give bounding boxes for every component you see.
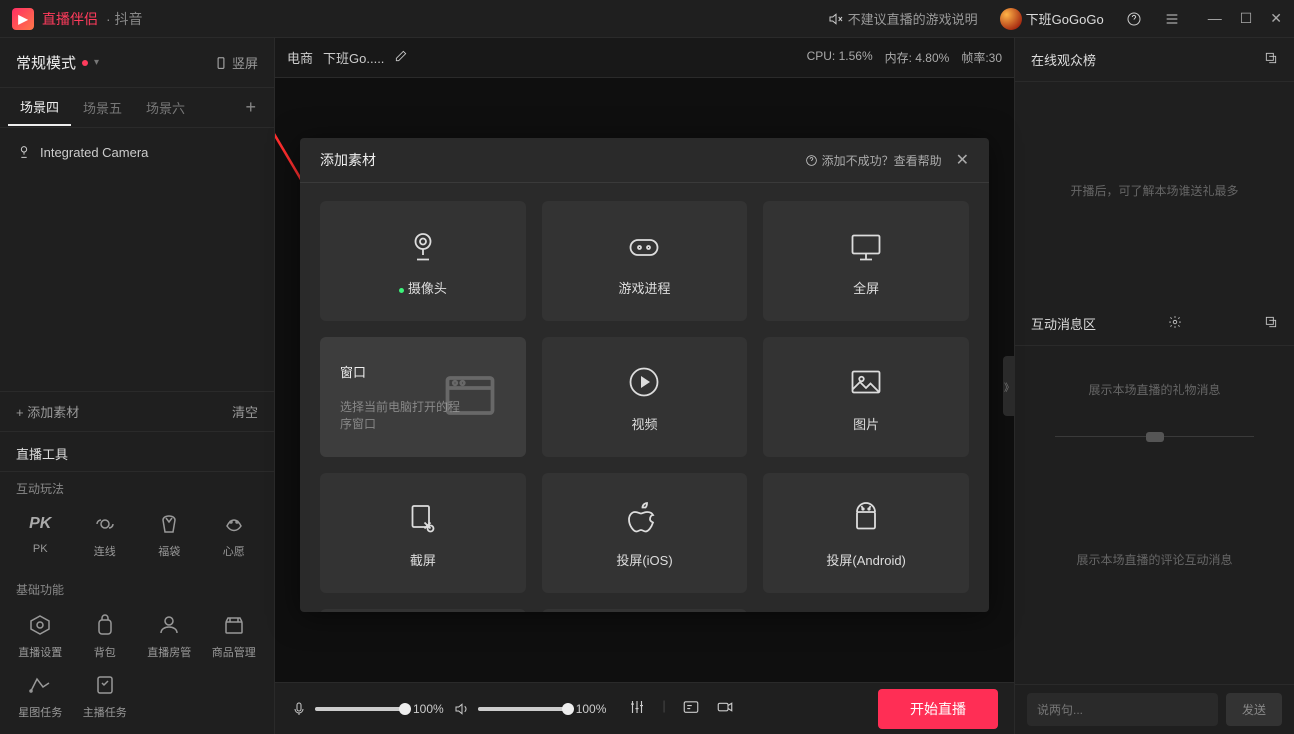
source-card-cut[interactable]: 截屏 (320, 473, 526, 593)
mixer-icon[interactable] (628, 698, 646, 719)
chat-msg-placeholder: 展示本场直播的评论互动消息 (1015, 437, 1294, 684)
stream-category[interactable]: 电商 (287, 48, 313, 67)
titlebar: ▶ 直播伴侣 · 抖音 不建议直播的游戏说明 下班GoGoGo — ☐ ✕ (0, 0, 1294, 38)
tool-host-task[interactable]: 主播任务 (75, 668, 136, 724)
tool-pk[interactable]: PKPK (10, 507, 71, 563)
source-card-android[interactable]: 投屏(Android) (763, 473, 969, 593)
tool-settings[interactable]: 直播设置 (10, 608, 71, 664)
source-card-capture[interactable]: 采集 (320, 609, 526, 612)
popout-icon[interactable] (1264, 51, 1278, 68)
source-item[interactable]: Integrated Camera (16, 138, 258, 166)
send-button[interactable]: 发送 (1226, 693, 1282, 726)
fps-stat: 帧率:30 (961, 49, 1002, 66)
source-card-image[interactable]: 图片 (763, 337, 969, 457)
speaker-mute-icon (828, 11, 844, 27)
mic-volume[interactable]: 100% (291, 701, 444, 717)
center-panel: 电商 下班Go..... CPU: 1.56% 内存: 4.80% 帧率:30 … (275, 38, 1014, 734)
orientation-toggle[interactable]: 竖屏 (214, 53, 258, 72)
barrage-icon[interactable] (682, 698, 700, 719)
add-scene-button[interactable]: + (235, 97, 266, 118)
mic-icon (291, 701, 307, 717)
scene-tab-6[interactable]: 场景六 (134, 90, 197, 125)
tool-wish[interactable]: 心愿 (204, 507, 265, 563)
cpu-stat: CPU: 1.56% (807, 49, 873, 66)
close-button[interactable]: ✕ (1270, 10, 1282, 27)
right-collapse-handle[interactable]: 》 (1003, 356, 1015, 416)
user-area[interactable]: 下班GoGoGo (1000, 8, 1104, 30)
basic-group-label: 基础功能 (0, 573, 274, 602)
scene-tab-4[interactable]: 场景四 (8, 89, 71, 126)
left-sidebar: 常规模式 ▾ 竖屏 场景四 场景五 场景六 + Integrated Camer… (0, 38, 275, 734)
preview-area[interactable]: 添加素材 添加不成功？查看帮助 ✕ 摄像头游戏进程全屏窗口选择当前电脑打开的程序… (275, 78, 1014, 682)
maximize-button[interactable]: ☐ (1240, 10, 1253, 27)
mode-selector[interactable]: 常规模式 ▾ (16, 52, 99, 73)
right-sidebar: 在线观众榜 开播后，可了解本场谁送礼最多 互动消息区 展示本场直播的礼物消息 展… (1014, 38, 1294, 734)
mem-stat: 内存: 4.80% (885, 49, 950, 66)
clear-sources-button[interactable]: 清空 (232, 402, 258, 421)
preview-header: 电商 下班Go..... CPU: 1.56% 内存: 4.80% 帧率:30 (275, 38, 1014, 78)
tool-backpack[interactable]: 背包 (75, 608, 136, 664)
source-card-play[interactable]: 视频 (542, 337, 748, 457)
tool-products[interactable]: 商品管理 (204, 608, 265, 664)
tool-star-task[interactable]: 星图任务 (10, 668, 71, 724)
apple-icon (624, 498, 664, 538)
monitor-icon (846, 226, 886, 266)
help-link[interactable]: 添加不成功？查看帮助 (805, 152, 941, 169)
add-source-button[interactable]: + 添加素材 (16, 402, 79, 421)
camera-icon (403, 226, 443, 266)
popout-icon-2[interactable] (1264, 315, 1278, 332)
tool-connect[interactable]: 连线 (75, 507, 136, 563)
tool-luckybag[interactable]: 福袋 (139, 507, 200, 563)
live-tools-title: 直播工具 (0, 431, 274, 472)
interact-group-label: 互动玩法 (0, 472, 274, 501)
chat-input[interactable] (1027, 693, 1218, 726)
source-card-blackmagic[interactable]: Blackmagic设备 (542, 609, 748, 612)
cut-icon (403, 498, 443, 538)
gamepad-icon (624, 226, 664, 266)
camera-toggle-icon[interactable] (716, 698, 734, 719)
play-icon (624, 362, 664, 402)
gift-msg-placeholder: 展示本场直播的礼物消息 (1015, 346, 1294, 436)
bottom-bar: 100% 100% | 开始直播 (275, 682, 1014, 734)
speaker-icon (454, 701, 470, 717)
modal-title: 添加素材 (320, 150, 376, 170)
source-card-monitor[interactable]: 全屏 (763, 201, 969, 321)
edit-icon[interactable] (394, 49, 408, 66)
android-icon (846, 498, 886, 538)
avatar (1000, 8, 1022, 30)
msg-panel-title: 互动消息区 (1031, 314, 1096, 333)
stream-title: 下班Go..... (323, 48, 384, 67)
image-icon (846, 362, 886, 402)
username: 下班GoGoGo (1026, 9, 1104, 28)
speaker-volume[interactable]: 100% (454, 701, 607, 717)
scene-tab-5[interactable]: 场景五 (71, 90, 134, 125)
source-card-window[interactable]: 窗口选择当前电脑打开的程序窗口 (320, 337, 526, 457)
add-source-modal: 添加素材 添加不成功？查看帮助 ✕ 摄像头游戏进程全屏窗口选择当前电脑打开的程序… (300, 138, 989, 612)
app-logo: ▶ (12, 8, 34, 30)
source-card-apple[interactable]: 投屏(iOS) (542, 473, 748, 593)
source-card-gamepad[interactable]: 游戏进程 (542, 201, 748, 321)
split-handle[interactable] (1055, 436, 1254, 437)
camera-icon (16, 144, 32, 160)
chevron-down-icon: ▾ (94, 57, 99, 68)
help-icon[interactable] (1126, 11, 1142, 27)
modal-close-button[interactable]: ✕ (956, 150, 969, 170)
app-platform: · 抖音 (106, 9, 143, 29)
minimize-button[interactable]: — (1208, 10, 1222, 27)
scene-tabs: 场景四 场景五 场景六 + (0, 88, 274, 128)
audience-placeholder: 开播后，可了解本场谁送礼最多 (1015, 82, 1294, 302)
audience-panel-title: 在线观众榜 (1031, 50, 1096, 69)
menu-icon[interactable] (1164, 11, 1180, 27)
start-stream-button[interactable]: 开始直播 (878, 689, 998, 729)
notice-link[interactable]: 不建议直播的游戏说明 (828, 9, 978, 28)
tool-room-admin[interactable]: 直播房管 (139, 608, 200, 664)
app-name: 直播伴侣 (42, 9, 98, 29)
source-card-camera[interactable]: 摄像头 (320, 201, 526, 321)
settings-icon[interactable] (1168, 315, 1182, 332)
